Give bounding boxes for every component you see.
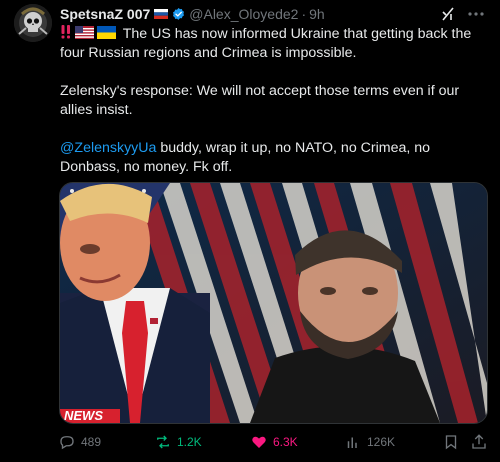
share-icon (472, 434, 486, 449)
bookmark-button[interactable] (442, 430, 465, 454)
avatar[interactable] (14, 4, 52, 42)
tweet-header: SpetsnaZ 007 @Alex_Oloyede2 · 9h (60, 5, 325, 23)
action-bar: 489 1.2K 6.3K 126K (58, 430, 488, 454)
flag-us-icon (75, 26, 94, 39)
double-exclamation-icon (61, 25, 70, 39)
repost-count: 1.2K (177, 435, 202, 449)
tweet-media[interactable]: NEWS (59, 182, 488, 424)
more-icon[interactable] (466, 4, 486, 24)
repost-icon (157, 435, 169, 449)
like-button[interactable]: 6.3K (250, 430, 298, 454)
tweet-text: The US has now informed Ukraine that get… (60, 25, 490, 177)
flag-ukraine-icon (97, 26, 116, 39)
reply-icon (60, 436, 74, 450)
views-count: 126K (367, 435, 396, 449)
reply-count: 489 (81, 435, 102, 449)
grok-icon[interactable] (440, 6, 456, 22)
flag-russia-icon (154, 9, 169, 19)
author-handle[interactable]: @Alex_Oloyede2 (189, 6, 298, 22)
views-icon (347, 437, 357, 448)
views-button[interactable]: 126K (344, 430, 395, 454)
like-count: 6.3K (273, 435, 298, 449)
media-photo (60, 183, 487, 423)
tweet-line-2: Zelensky's response: We will not accept … (60, 83, 460, 118)
avatar-image (14, 4, 52, 42)
share-button[interactable] (470, 430, 493, 454)
verified-badge-icon (173, 7, 185, 20)
bookmark-icon (445, 435, 457, 450)
repost-button[interactable]: 1.2K (154, 430, 202, 454)
separator: · (301, 6, 307, 22)
like-icon (252, 436, 266, 448)
tweet-line-1: The US has now informed Ukraine that get… (60, 26, 472, 61)
tweet[interactable]: SpetsnaZ 007 @Alex_Oloyede2 · 9h The US … (0, 0, 500, 462)
mention-link[interactable]: @ZelenskyyUa (60, 140, 156, 156)
timestamp[interactable]: 9h (309, 6, 325, 22)
reply-button[interactable]: 489 (58, 430, 101, 454)
author-name[interactable]: SpetsnaZ 007 (60, 6, 150, 22)
news-overlay-text: NEWS (64, 408, 103, 423)
